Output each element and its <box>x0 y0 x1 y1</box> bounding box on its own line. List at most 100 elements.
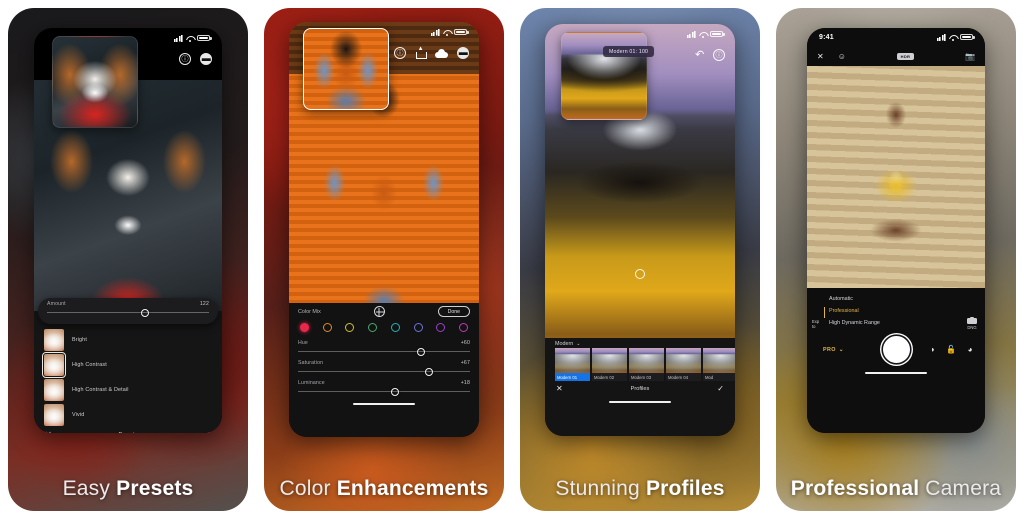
preset-label: High Contrast & Detail <box>72 386 129 393</box>
profile-label: Mod <box>703 373 735 381</box>
amount-slider-track[interactable] <box>47 308 209 317</box>
info-icon[interactable]: ⓘ <box>713 49 725 61</box>
phone-frame-2: ⓘ ▬ Color Mix Done <box>289 22 479 437</box>
more-options-icon[interactable]: ▬ <box>200 53 212 65</box>
status-bar-4: 9:41 <box>807 28 985 46</box>
lock-icon[interactable]: 🔓 <box>946 345 956 355</box>
profile-thumbnail <box>555 348 590 373</box>
list-item[interactable]: Bright <box>34 327 222 352</box>
undo-icon[interactable]: ↷ <box>695 49 704 61</box>
list-item[interactable]: Modern 04 <box>666 348 701 381</box>
phone-frame-1: ⓘ ▬ Amount 122 Bright High Contrast High… <box>34 28 222 433</box>
settings-icon[interactable]: ◕ <box>965 345 975 355</box>
wifi-icon <box>186 35 194 42</box>
preset-label: Vivid <box>72 411 85 418</box>
amount-slider-knob[interactable] <box>140 308 149 317</box>
profile-label: Modern 01 <box>555 373 590 381</box>
adjust-handle-icon[interactable] <box>635 269 645 279</box>
signal-icon <box>174 34 183 42</box>
confirm-button[interactable]: ✓ <box>204 431 211 434</box>
cancel-button[interactable]: ✕ <box>556 385 563 393</box>
exposure-icon[interactable]: ◑ <box>927 345 937 355</box>
swatch-aqua[interactable] <box>390 323 400 333</box>
list-item[interactable]: Vivid <box>34 402 222 427</box>
list-item[interactable]: High Contrast & Detail <box>34 377 222 402</box>
camera-flip-icon[interactable]: 📷 <box>965 52 975 61</box>
status-bar-3 <box>545 24 735 44</box>
luminance-slider[interactable]: Luminance +18 <box>289 378 479 398</box>
caption-bold-text: Profiles <box>645 477 725 500</box>
battery-icon <box>454 28 469 36</box>
screenshot-card-profiles[interactable]: Modern 01: 100 ↷ ⓘ Modern ⌄ Modern 01 Mo… <box>512 0 768 519</box>
profile-thumbnail <box>666 348 701 373</box>
list-item[interactable]: Mod <box>703 348 735 381</box>
swatch-blue[interactable] <box>413 323 423 333</box>
mode-high-dynamic-range[interactable]: High Dynamic Range <box>807 317 985 329</box>
battery-icon <box>960 33 975 41</box>
mode-professional[interactable]: Professional <box>807 305 985 317</box>
phone-frame-3: Modern 01: 100 ↷ ⓘ Modern ⌄ Modern 01 Mo… <box>545 24 735 436</box>
swatch-magenta[interactable] <box>458 323 468 333</box>
profiles-panel: Modern ⌄ Modern 01 Modern 02 Modern 03 M… <box>545 338 735 436</box>
amount-slider-card[interactable]: Amount 122 <box>38 298 218 324</box>
hue-slider-knob[interactable] <box>416 347 425 356</box>
person-icon[interactable]: ☺ <box>838 52 846 61</box>
profile-group-selector[interactable]: Modern ⌄ <box>545 338 735 348</box>
more-options-icon[interactable]: ▬ <box>457 47 469 59</box>
swatch-orange[interactable] <box>322 323 332 333</box>
swatch-red[interactable] <box>300 323 309 333</box>
cloud-icon[interactable] <box>435 48 448 58</box>
saturation-value: +67 <box>460 360 470 367</box>
screenshot-card-presets[interactable]: ⓘ ▬ Amount 122 Bright High Contrast High… <box>0 0 256 519</box>
profile-label: Modern 04 <box>666 373 701 381</box>
saturation-label: Saturation <box>298 360 324 367</box>
wifi-icon <box>699 31 707 38</box>
profile-group-label: Modern <box>555 341 574 347</box>
luminance-slider-knob[interactable] <box>390 387 399 396</box>
photo-man-main <box>807 66 985 288</box>
profile-thumbnail-strip[interactable]: Modern 01 Modern 02 Modern 03 Modern 04 <box>545 348 735 381</box>
saturation-slider-knob[interactable] <box>425 367 434 376</box>
close-icon[interactable]: ✕ <box>817 52 824 61</box>
screenshot-card-professional-camera[interactable]: 9:41 ✕ ☺ HDR 📷 Automatic Professional Hi… <box>768 0 1024 519</box>
shutter-button[interactable] <box>882 336 910 363</box>
exposure-tag: Exp to <box>812 319 819 330</box>
swatch-purple[interactable] <box>436 323 446 333</box>
screenshot-card-color-enhancements[interactable]: ⓘ ▬ Color Mix Done <box>256 0 512 519</box>
saturation-slider-track[interactable] <box>298 367 470 376</box>
target-adjust-icon[interactable] <box>373 306 385 318</box>
list-item[interactable]: Modern 01 <box>555 348 590 381</box>
list-item[interactable]: High Contrast <box>34 351 222 378</box>
luminance-slider-track[interactable] <box>298 387 470 396</box>
home-indicator <box>289 398 479 410</box>
caption-light-text: Stunning <box>555 477 646 500</box>
panel-title: Profiles <box>630 386 650 392</box>
battery-icon <box>710 30 725 38</box>
cancel-button[interactable]: ✕ <box>45 431 52 434</box>
swatch-green[interactable] <box>368 323 378 333</box>
list-item[interactable]: Modern 03 <box>629 348 664 381</box>
hue-slider-track[interactable] <box>298 347 470 357</box>
presets-editor-panel: Amount 122 Bright High Contrast High Con… <box>34 298 222 434</box>
info-icon[interactable]: ⓘ <box>179 53 191 65</box>
home-indicator <box>807 367 985 379</box>
file-format-tag[interactable]: DNG <box>967 317 977 330</box>
amount-slider-label: Amount <box>47 301 66 307</box>
confirm-button[interactable]: ✓ <box>717 385 724 393</box>
saturation-slider[interactable]: Saturation +67 <box>289 358 479 378</box>
pro-label: PRO <box>823 346 836 353</box>
share-icon[interactable] <box>415 46 427 59</box>
card-caption-3: Stunning Profiles <box>512 477 768 501</box>
profile-thumbnail <box>592 348 627 373</box>
hue-slider[interactable]: Hue +60 <box>289 336 479 358</box>
list-item[interactable]: Modern 02 <box>592 348 627 381</box>
done-button[interactable]: Done <box>437 306 470 318</box>
info-icon[interactable]: ⓘ <box>394 47 406 59</box>
mode-automatic[interactable]: Automatic <box>807 293 985 305</box>
color-mix-title: Color Mix <box>298 308 321 315</box>
pro-mode-selector[interactable]: PRO ⌄ <box>823 347 844 353</box>
status-icons <box>937 33 975 41</box>
status-icons <box>174 34 212 42</box>
swatch-yellow[interactable] <box>345 323 355 333</box>
hue-label: Hue <box>298 340 308 347</box>
